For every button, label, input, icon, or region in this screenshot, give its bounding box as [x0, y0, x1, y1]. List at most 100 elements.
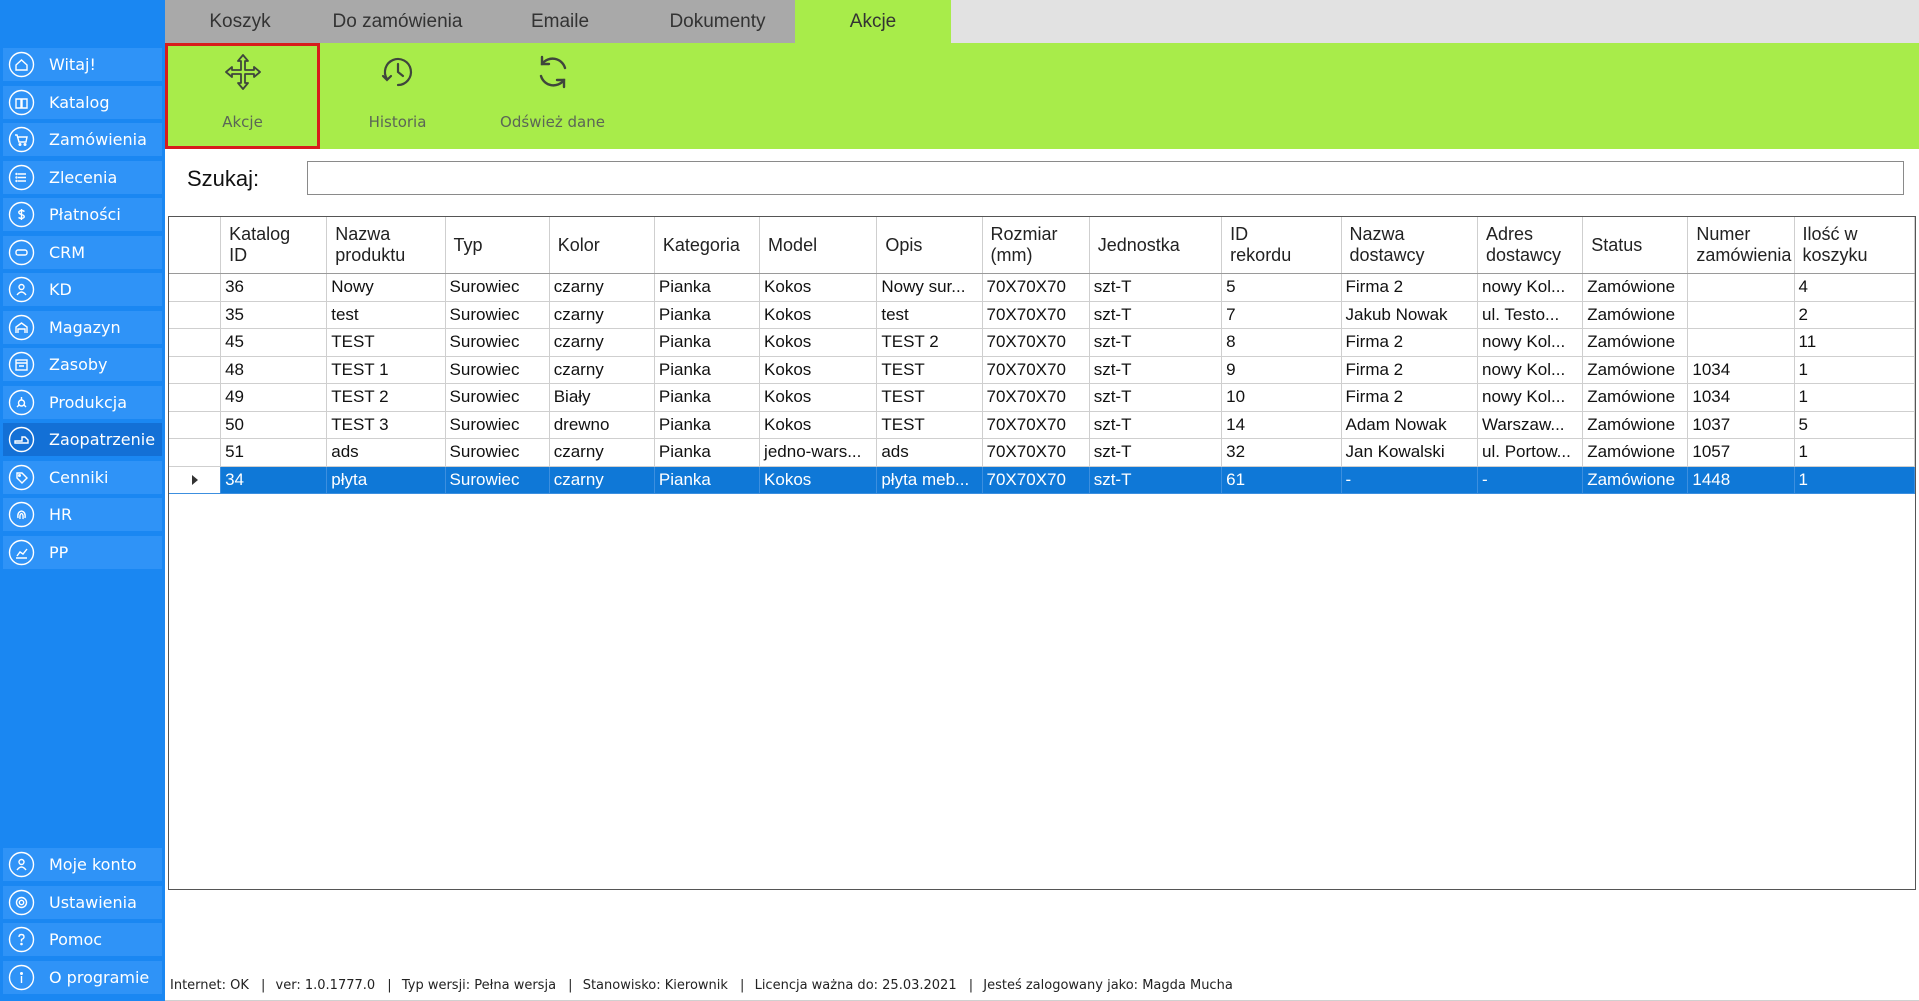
table-cell[interactable]: szt-T	[1089, 466, 1223, 494]
odswiez-dane-button[interactable]: Odśwież dane	[475, 43, 630, 149]
column-header[interactable]: Nazwa produktu	[326, 217, 446, 274]
table-cell[interactable]: Jan Kowalski	[1341, 438, 1479, 467]
sidebar-item-zasoby[interactable]: Zasoby	[3, 348, 162, 381]
table-cell[interactable]: 36	[220, 273, 328, 302]
table-cell[interactable]: Biały	[549, 383, 655, 412]
tab-dokumenty[interactable]: Dokumenty	[640, 0, 795, 43]
table-cell[interactable]: 70X70X70	[982, 466, 1090, 494]
table-cell[interactable]: Kokos	[759, 301, 878, 329]
table-cell[interactable]: szt-T	[1089, 328, 1223, 357]
table-cell[interactable]: Zamówione	[1582, 438, 1689, 467]
table-cell[interactable]: Zamówione	[1582, 301, 1689, 329]
table-cell[interactable]: Surowiec	[445, 273, 550, 302]
table-cell[interactable]: Firma 2	[1341, 328, 1479, 357]
table-cell[interactable]: test	[326, 301, 446, 329]
table-cell[interactable]: -	[1477, 466, 1584, 494]
table-cell[interactable]: Surowiec	[445, 438, 550, 467]
column-header[interactable]: Nazwa dostawcy	[1341, 217, 1479, 274]
table-cell[interactable]: 48	[220, 356, 328, 384]
table-row[interactable]: 50 TEST 3 Surowiec drewno Pianka Kokos TEST 70X…	[169, 411, 1915, 439]
table-cell[interactable]: Adam Nowak	[1341, 411, 1479, 439]
sidebar-item-pomoc[interactable]: Pomoc	[3, 923, 162, 956]
table-cell[interactable]: 45	[220, 328, 328, 357]
sidebar-item-moje-konto[interactable]: Moje konto	[3, 848, 162, 881]
column-header[interactable]: Jednostka	[1089, 217, 1223, 274]
akcje-button[interactable]: Akcje	[165, 43, 320, 149]
table-cell[interactable]: szt-T	[1089, 301, 1223, 329]
table-cell[interactable]: czarny	[549, 328, 655, 357]
table-cell[interactable]: Pianka	[654, 383, 761, 412]
table-cell[interactable]: Firma 2	[1341, 273, 1479, 302]
row-header[interactable]	[169, 356, 222, 384]
table-cell[interactable]: 8	[1221, 328, 1342, 357]
table-cell[interactable]: 9	[1221, 356, 1342, 384]
table-cell[interactable]: Zamówione	[1582, 273, 1689, 302]
table-cell[interactable]: szt-T	[1089, 383, 1223, 412]
table-cell[interactable]: Nowy sur...	[876, 273, 983, 302]
column-header[interactable]: Ilość w koszyku	[1794, 217, 1915, 274]
table-cell[interactable]: nowy Kol...	[1477, 356, 1584, 384]
sidebar-item-hr[interactable]: HR	[3, 498, 162, 531]
table-cell[interactable]: Surowiec	[445, 466, 550, 494]
table-cell[interactable]	[1687, 301, 1795, 329]
table-cell[interactable]: Zamówione	[1582, 466, 1689, 494]
table-cell[interactable]: 70X70X70	[982, 356, 1090, 384]
table-cell[interactable]: Jakub Nowak	[1341, 301, 1479, 329]
table-cell[interactable]: 49	[220, 383, 328, 412]
tab-koszyk[interactable]: Koszyk	[165, 0, 315, 43]
table-cell[interactable]: test	[876, 301, 983, 329]
table-cell[interactable]: Surowiec	[445, 356, 550, 384]
table-cell[interactable]: TEST	[326, 328, 446, 357]
table-cell[interactable]: nowy Kol...	[1477, 383, 1584, 412]
table-cell[interactable]: płyta meb...	[876, 466, 983, 494]
table-cell[interactable]: ads	[326, 438, 446, 467]
row-header[interactable]	[169, 438, 222, 467]
table-cell[interactable]: TEST 2	[876, 328, 983, 357]
column-header[interactable]: Typ	[445, 217, 550, 274]
search-input[interactable]	[307, 161, 1904, 195]
sidebar-item-witaj[interactable]: Witaj!	[3, 48, 162, 81]
column-header[interactable]: Status	[1582, 217, 1689, 274]
column-header[interactable]: Model	[759, 217, 878, 274]
table-cell[interactable]: 70X70X70	[982, 383, 1090, 412]
table-cell[interactable]: czarny	[549, 301, 655, 329]
table-cell[interactable]: 1037	[1687, 411, 1795, 439]
tab-akcje[interactable]: Akcje	[795, 0, 951, 43]
table-cell[interactable]: czarny	[549, 466, 655, 494]
sidebar-item-magazyn[interactable]: Magazyn	[3, 310, 162, 344]
column-header[interactable]: Rozmiar (mm)	[982, 217, 1090, 274]
table-cell[interactable]: Kokos	[759, 356, 878, 384]
table-cell[interactable]: 7	[1221, 301, 1342, 329]
sidebar-item-pp[interactable]: PP	[3, 535, 162, 569]
table-cell[interactable]: Warszaw...	[1477, 411, 1584, 439]
sidebar-item-zaopatrzenie[interactable]: Zaopatrzenie	[3, 423, 162, 456]
table-cell[interactable]: szt-T	[1089, 411, 1223, 439]
table-cell[interactable]: 1057	[1687, 438, 1795, 467]
column-header[interactable]: Numer zamówienia	[1687, 217, 1795, 274]
sidebar-item-katalog[interactable]: Katalog	[3, 85, 162, 119]
column-header[interactable]: Katalog ID	[220, 217, 328, 274]
table-row[interactable]: 45 TEST Surowiec czarny Pianka Kokos TEST 2 70X…	[169, 328, 1915, 357]
table-cell[interactable]: czarny	[549, 273, 655, 302]
table-row[interactable]: 51 ads Surowiec czarny Pianka jedno-wars... ad…	[169, 438, 1915, 467]
table-cell[interactable]: 1	[1794, 383, 1915, 412]
table-cell[interactable]: Pianka	[654, 273, 761, 302]
sidebar-item-produkcja[interactable]: Produkcja	[3, 385, 162, 419]
table-row[interactable]: 36 Nowy Surowiec czarny Pianka Kokos Nowy sur.…	[169, 273, 1915, 302]
table-cell[interactable]: Pianka	[654, 411, 761, 439]
tab-emaile[interactable]: Emaile	[480, 0, 640, 43]
row-header[interactable]	[169, 383, 222, 412]
row-header[interactable]	[169, 466, 222, 494]
table-cell[interactable]: Firma 2	[1341, 356, 1479, 384]
table-cell[interactable]: nowy Kol...	[1477, 273, 1584, 302]
table-cell[interactable]: 70X70X70	[982, 411, 1090, 439]
sidebar-item-zlecenia[interactable]: Zlecenia	[3, 160, 162, 194]
table-cell[interactable]: Pianka	[654, 301, 761, 329]
table-cell[interactable]: płyta	[326, 466, 446, 494]
table-cell[interactable]: 11	[1794, 328, 1915, 357]
table-cell[interactable]: 5	[1794, 411, 1915, 439]
row-header[interactable]	[169, 411, 222, 439]
row-header[interactable]	[169, 301, 222, 329]
column-header[interactable]: ID rekordu	[1221, 217, 1342, 274]
table-cell[interactable]: -	[1341, 466, 1479, 494]
